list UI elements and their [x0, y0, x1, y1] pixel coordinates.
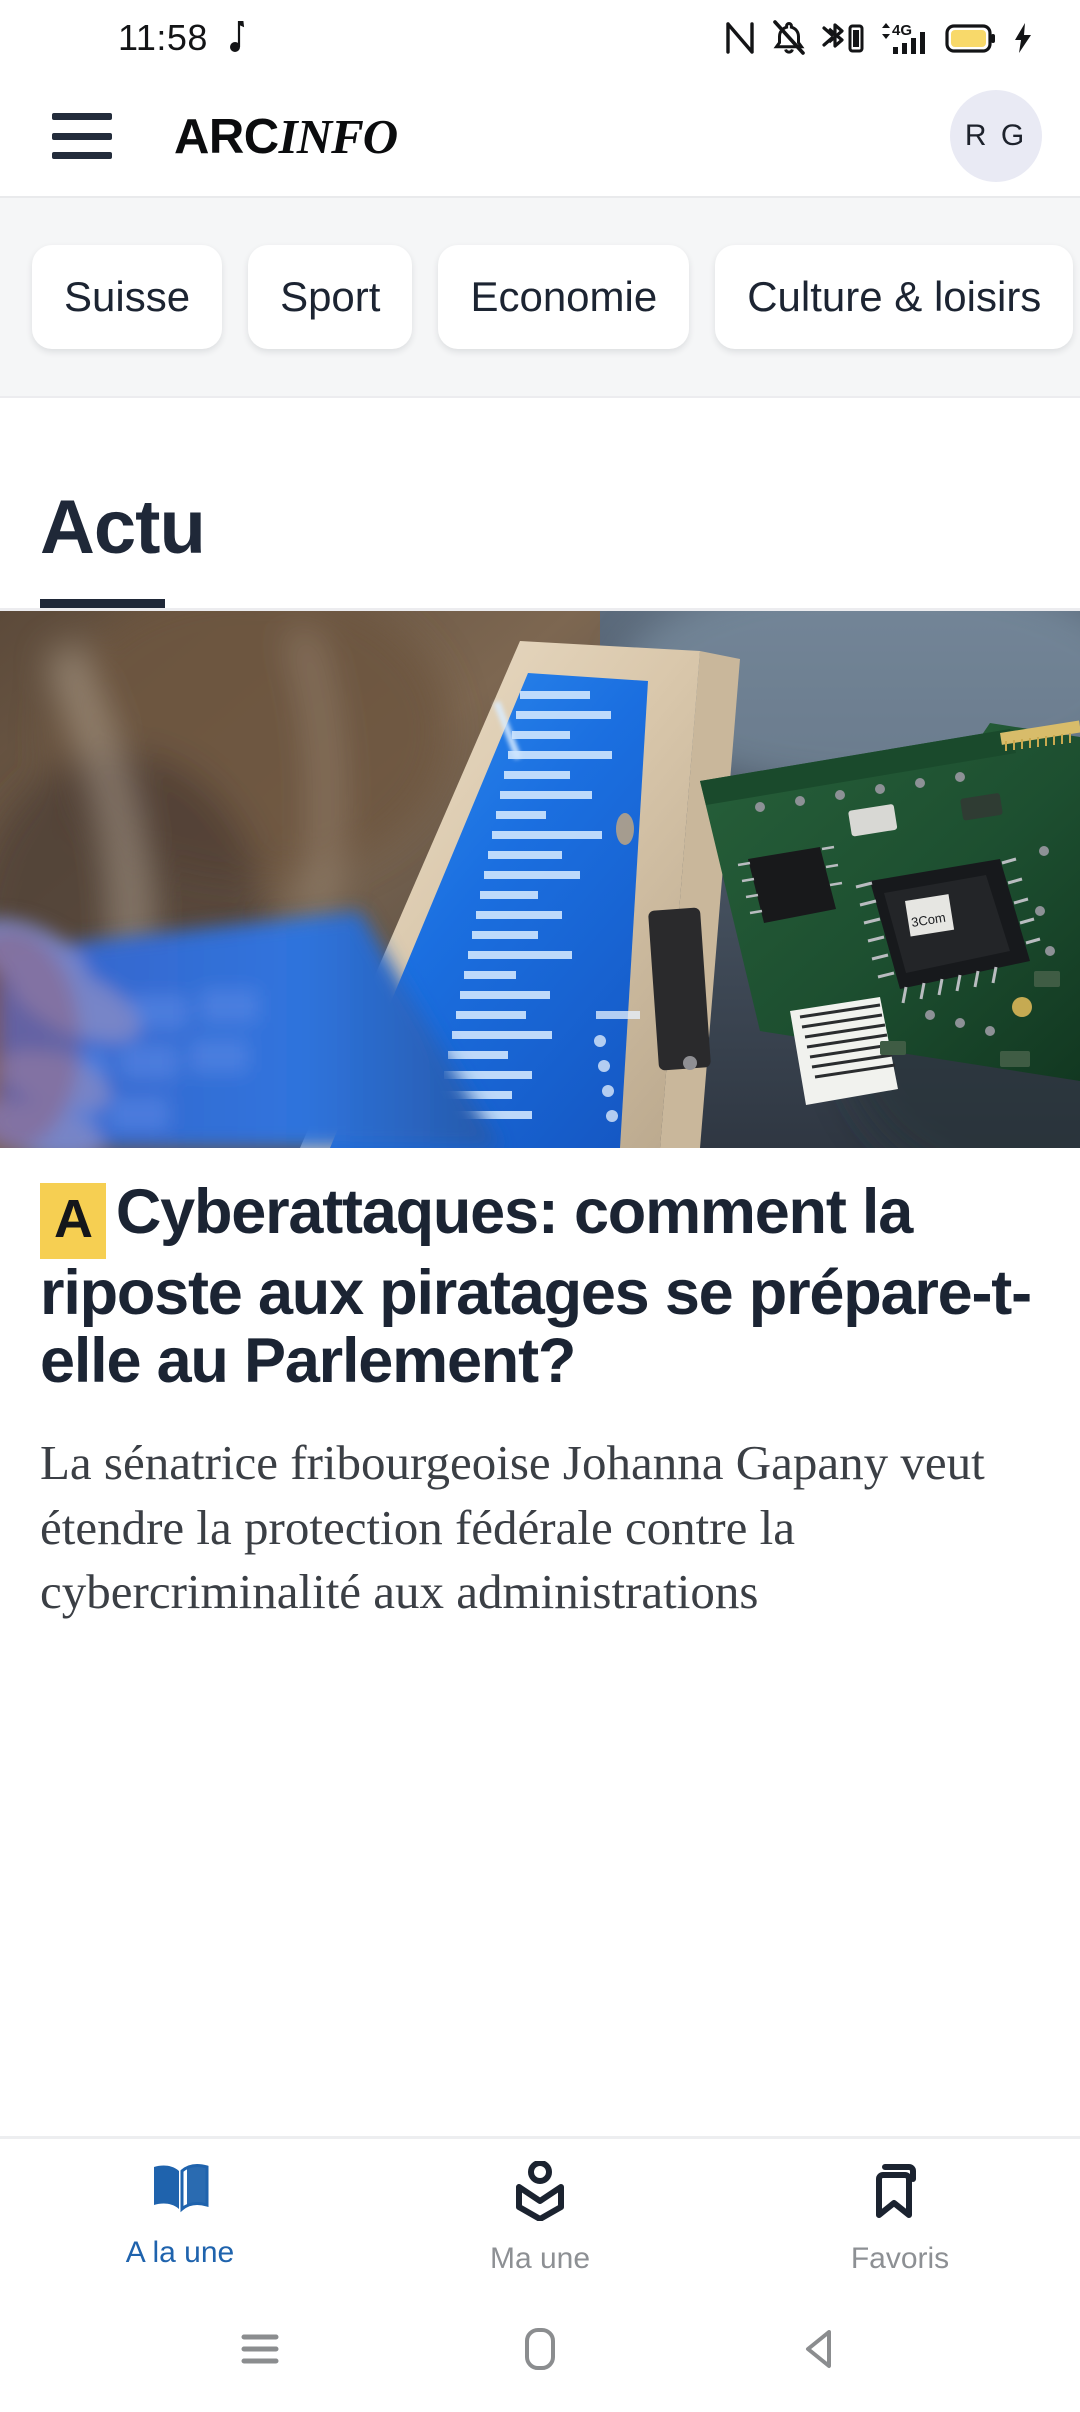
nav-label: Ma une [489, 2242, 591, 2275]
back-icon [800, 2327, 840, 2376]
article-text-block: A Cyberattaques: comment la riposte aux p… [0, 1148, 1080, 1625]
avatar[interactable]: R G [950, 90, 1042, 182]
notifications-off-icon [772, 20, 806, 56]
article-headline[interactable]: A Cyberattaques: comment la riposte aux p… [40, 1178, 1040, 1395]
bookmark-icon [869, 2161, 931, 2226]
app-header: ARC INFO R G [0, 76, 1080, 196]
home-button[interactable] [480, 2306, 600, 2396]
chip-label: Suisse [64, 273, 191, 320]
chip-label: Economie [470, 273, 658, 320]
android-system-nav [0, 2290, 1080, 2412]
category-chip-row[interactable]: Suisse Sport Economie Culture & loisirs [0, 198, 1080, 398]
brand-logo-arc: ARC [174, 109, 279, 164]
article-lead: La sénatrice fribourgeoise Johanna Gapan… [40, 1435, 985, 1620]
nav-item-a-la-une[interactable]: A la une [0, 2161, 360, 2270]
recents-icon [237, 2329, 283, 2374]
bottom-navigation: A la une Ma une Favoris [0, 2136, 1080, 2290]
article-hero-image[interactable]: 3Com [0, 611, 1080, 1148]
status-bar: 11:58 4G [0, 0, 1080, 76]
open-book-icon [149, 2161, 211, 2220]
music-note-icon [229, 19, 254, 58]
nav-item-ma-une[interactable]: Ma une [360, 2160, 720, 2276]
hamburger-menu-icon[interactable] [52, 113, 112, 159]
category-chip-sport[interactable]: Sport [248, 245, 413, 349]
category-chip-suisse[interactable]: Suisse [32, 245, 223, 349]
nav-item-favoris[interactable]: Favoris [720, 2161, 1080, 2276]
avatar-initials: R G [964, 119, 1028, 152]
nfc-icon [723, 20, 757, 56]
hero-photo-illustration: 3Com [0, 611, 1080, 1148]
article-card[interactable]: 3Com A Cyberattaques: comment la riposte… [0, 611, 1080, 2136]
brand-logo-info: INFO [278, 108, 399, 164]
tab-active-indicator [40, 599, 165, 608]
chip-label: Culture & loisirs [747, 273, 1042, 320]
category-chip-culture-loisirs[interactable]: Culture & loisirs [715, 245, 1074, 349]
chip-label: Sport [280, 273, 381, 320]
nav-label: Favoris [850, 2242, 950, 2275]
article-badge-abo: A [40, 1183, 106, 1259]
phone-screen: 11:58 4G ARC INFO R G Suisse Sport Econo… [0, 0, 1080, 2412]
recents-button[interactable] [200, 2306, 320, 2396]
status-bar-right: 4G [723, 19, 1034, 57]
category-chip-economie[interactable]: Economie [438, 245, 690, 349]
article-headline-text: Cyberattaques: comment la riposte aux pi… [40, 1177, 1032, 1397]
status-bar-left: 11:58 [0, 17, 254, 59]
bluetooth-battery-icon [821, 20, 865, 56]
charging-bolt-icon [1012, 21, 1034, 55]
mobile-data-4g-icon: 4G [880, 19, 930, 57]
section-tab-bar: Actu [0, 398, 1080, 608]
back-button[interactable] [760, 2306, 880, 2396]
svg-text:4G: 4G [892, 22, 912, 39]
status-bar-clock: 11:58 [118, 17, 208, 58]
battery-icon [945, 21, 997, 55]
nav-label: A la une [125, 2236, 235, 2269]
tab-actu[interactable]: Actu [40, 490, 1080, 608]
person-book-icon [509, 2160, 571, 2226]
brand-logo[interactable]: ARC INFO [174, 108, 399, 165]
home-icon [522, 2326, 558, 2377]
